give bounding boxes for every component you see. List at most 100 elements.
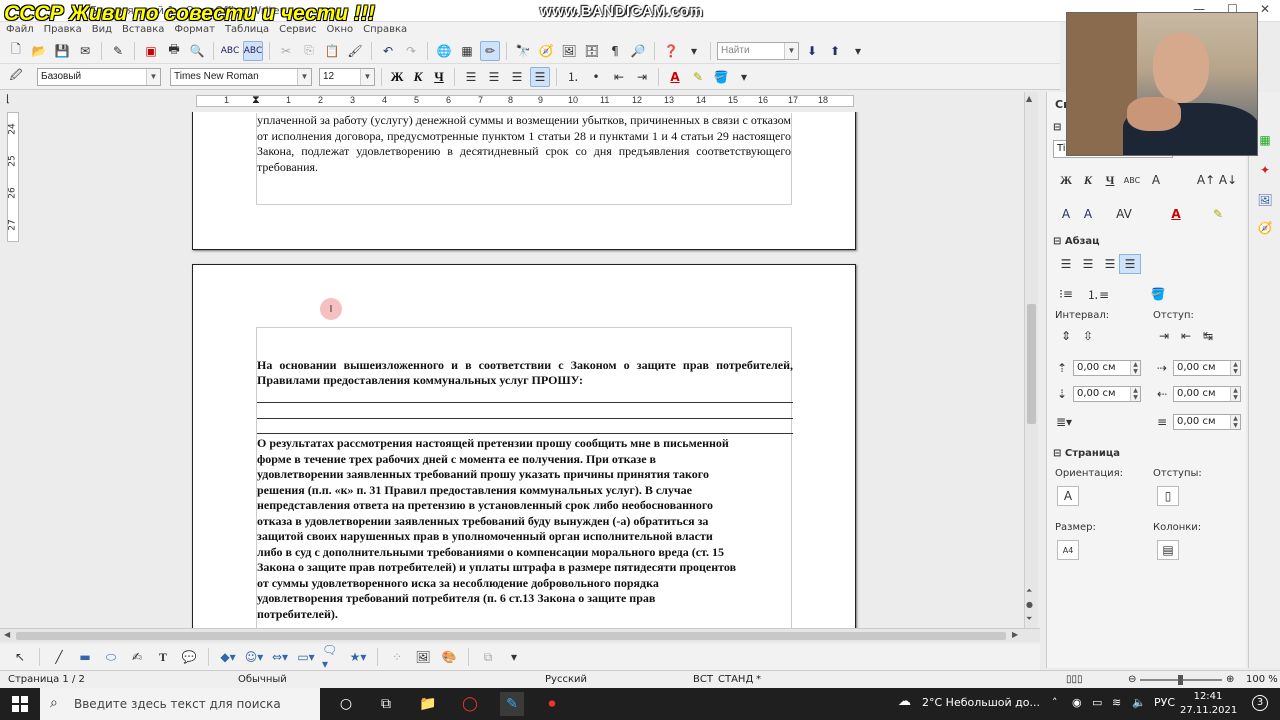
help-icon[interactable]: ❓	[661, 41, 681, 61]
menu-tools[interactable]: Сервис	[279, 22, 316, 38]
line-spacing-icon[interactable]: ≣▾	[1053, 412, 1075, 432]
zoom-out-icon[interactable]: ⊖	[1128, 674, 1136, 685]
paragraph-request[interactable]: На основании вышеизложенного и в соответ…	[257, 358, 793, 388]
input-language[interactable]: РУС	[1154, 696, 1175, 709]
toolbar-options-icon[interactable]: ▾	[734, 67, 754, 87]
new-document-icon[interactable]: 🗋	[6, 41, 26, 61]
selection-mode[interactable]: СТАНД	[718, 674, 753, 685]
increase-indent-icon[interactable]: ⇥	[1153, 326, 1175, 346]
underline-button[interactable]: Ч	[430, 68, 448, 86]
text-frame[interactable]: На основании вышеизложенного и в соответ…	[256, 327, 793, 628]
callouts-icon[interactable]: 🗨▾	[322, 643, 342, 671]
font-size-combo[interactable]: 12 ▼	[319, 67, 375, 86]
start-button[interactable]	[0, 688, 40, 720]
indent-after-input[interactable]: 0,00 см ▲ ▼	[1173, 386, 1241, 402]
align-center-icon[interactable]: ☰	[1077, 254, 1099, 274]
styles-icon[interactable]: 🖉	[6, 67, 26, 87]
shadow-icon[interactable]: A	[1145, 170, 1167, 190]
autospellcheck-icon[interactable]: ABC	[243, 40, 263, 61]
language-status[interactable]: Русский	[545, 674, 587, 685]
cortana-icon[interactable]: ○	[334, 692, 358, 716]
menu-help[interactable]: Справка	[363, 22, 407, 38]
insert-mode[interactable]: ВСТ	[693, 674, 713, 685]
increase-indent-icon[interactable]: ⇥	[632, 67, 652, 87]
italic-icon[interactable]: К	[1077, 170, 1099, 190]
open-folder-icon[interactable]: 📂	[29, 41, 49, 61]
styles-tab-icon[interactable]: ✦	[1257, 162, 1273, 178]
menu-format[interactable]: Формат	[174, 22, 215, 38]
network-icon[interactable]: ◉	[1072, 696, 1082, 709]
bold-icon[interactable]: Ж	[1055, 170, 1077, 190]
paragraph-refund-terms[interactable]: уплаченной за работу (услугу) денежной с…	[257, 113, 791, 175]
hyperlink-icon[interactable]: 🌐	[434, 41, 454, 61]
align-right-icon[interactable]: ☰	[1099, 254, 1121, 274]
gallery-icon[interactable]: 🖼	[559, 41, 579, 61]
columns-icon[interactable]: ▤	[1157, 540, 1179, 560]
find-toolbar-options-icon[interactable]: ▾	[848, 41, 868, 61]
points-icon[interactable]: ⁘	[387, 647, 407, 667]
page-style[interactable]: Обычный	[238, 674, 287, 685]
align-left-icon[interactable]: ☰	[461, 67, 481, 87]
first-line-indent-input[interactable]: 0,00 см ▲ ▼	[1173, 414, 1241, 430]
font-color-icon[interactable]: A	[1165, 204, 1187, 224]
font-name-combo[interactable]: Times New Roman ▼	[170, 67, 312, 86]
menu-table[interactable]: Таблица	[225, 22, 269, 38]
openoffice-icon[interactable]: ✎	[500, 692, 524, 716]
scroll-thumb[interactable]	[16, 632, 1006, 640]
taskbar-search[interactable]: ⌕ Введите здесь текст для поиска	[40, 688, 320, 720]
zoom-icon[interactable]: 🔎	[628, 41, 648, 61]
paragraph-background-icon[interactable]: 🪣	[1147, 284, 1169, 304]
orientation-icon[interactable]: A	[1057, 486, 1079, 506]
scroll-right-icon[interactable]: ▶	[1012, 630, 1018, 639]
page-size-icon[interactable]: A4	[1057, 540, 1079, 560]
paragraph-response-request[interactable]: О результатах рассмотрения настоящей пре…	[257, 436, 793, 622]
underline-icon[interactable]: Ч	[1099, 170, 1121, 190]
margins-icon[interactable]: ▯	[1157, 486, 1179, 506]
document-page-2[interactable]: На основании вышеизложенного и в соответ…	[192, 264, 856, 628]
block-arrows-icon[interactable]: ⇔▾	[270, 647, 290, 667]
char-spacing-icon[interactable]: AV	[1113, 204, 1135, 224]
export-pdf-icon[interactable]: ▣	[141, 41, 161, 61]
basic-shapes-icon[interactable]: ◆▾	[218, 647, 238, 667]
horizontal-scrollbar[interactable]: ◀ ▶	[0, 628, 1040, 642]
cut-icon[interactable]: ✂	[276, 41, 296, 61]
fontwork-icon[interactable]: 🎨	[439, 647, 459, 667]
increase-spacing-icon[interactable]: ⇕	[1055, 326, 1077, 346]
battery-icon[interactable]: ▭	[1092, 696, 1102, 709]
freeform-tool-icon[interactable]: ✍	[127, 647, 147, 667]
shrink-font-icon[interactable]: A↓	[1217, 170, 1239, 190]
find-previous-icon[interactable]: ⬆	[825, 41, 845, 61]
weather-text[interactable]: 2°C Небольшой до...	[922, 696, 1040, 709]
stars-icon[interactable]: ★▾	[348, 647, 368, 667]
numbering-icon[interactable]: ⒈	[563, 67, 583, 87]
decrease-indent-icon[interactable]: ⇤	[1175, 326, 1197, 346]
callout-tool-icon[interactable]: 💬	[179, 647, 199, 667]
gallery-tab-icon[interactable]: 🖼	[1257, 192, 1273, 208]
volume-icon[interactable]: 🔈	[1132, 696, 1146, 709]
text-tool-icon[interactable]: T	[153, 647, 173, 667]
wifi-icon[interactable]: ≋	[1112, 696, 1121, 709]
menu-window[interactable]: Окно	[327, 22, 354, 38]
decrease-indent-icon[interactable]: ⇤	[609, 67, 629, 87]
document-page-1[interactable]: уплаченной за работу (услугу) денежной с…	[192, 112, 856, 250]
align-right-icon[interactable]: ☰	[507, 67, 527, 87]
navigation-icon[interactable]: ●	[1026, 600, 1033, 609]
taskbar-clock[interactable]: 12:41 27.11.2021	[1180, 690, 1237, 718]
menu-edit[interactable]: Правка	[44, 22, 82, 38]
background-color-icon[interactable]: 🪣	[711, 67, 731, 87]
page-down-icon[interactable]: ⏷	[1026, 614, 1032, 624]
find-next-icon[interactable]: ⬇	[802, 41, 822, 61]
data-sources-icon[interactable]: 🗄	[582, 41, 602, 61]
zoom-level[interactable]: 100 %	[1246, 674, 1278, 685]
grow-font-icon[interactable]: A↑	[1195, 170, 1217, 190]
weather-icon[interactable]: ☁	[898, 694, 911, 709]
vertical-scrollbar[interactable]: ▲ ⏶ ● ⏷	[1024, 92, 1038, 628]
menu-insert[interactable]: Вставка	[122, 22, 164, 38]
collapse-icon[interactable]: ⊟	[1053, 122, 1061, 133]
show-draw-functions-icon[interactable]: ✏	[480, 40, 500, 61]
print-icon[interactable]: 🖶	[164, 41, 184, 61]
bold-button[interactable]: Ж	[388, 68, 406, 86]
paragraph-style-combo[interactable]: Базовый ▼	[37, 67, 161, 86]
strikethrough-icon[interactable]: ABC	[1121, 170, 1143, 190]
table-icon[interactable]: ▦	[457, 41, 477, 61]
